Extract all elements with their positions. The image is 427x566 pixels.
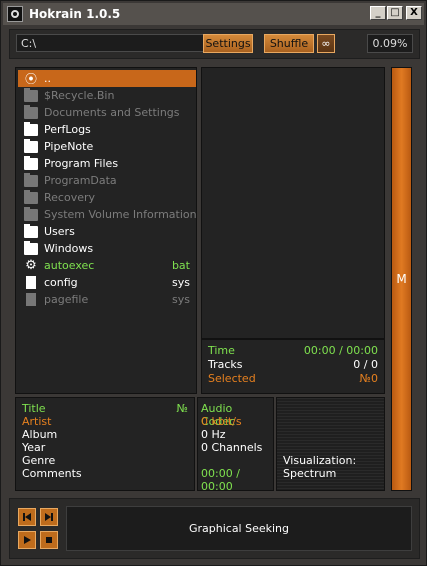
file-name: pagefile — [44, 293, 89, 306]
playlist-stats: Time 00:00 / 00:00 Tracks 0 / 0 Selected… — [201, 339, 385, 394]
file-list-item[interactable]: PipeNote — [18, 138, 196, 155]
file-list-item[interactable]: Windows — [18, 240, 196, 257]
transport-bar: Graphical Seeking — [9, 498, 420, 559]
artist-label: Artist — [22, 415, 52, 428]
folder-icon — [24, 87, 38, 102]
folder-icon — [24, 240, 38, 255]
path-field[interactable]: C:\ — [16, 34, 206, 52]
selected-label: Selected — [208, 372, 256, 385]
up-folder-icon: ⦿ — [24, 71, 37, 86]
shuffle-button[interactable]: Shuffle — [264, 34, 314, 53]
app-window: Hokrain 1.0.5 _ □ X C:\ Settings Shuffle… — [0, 0, 427, 566]
samplerate-value: 0 Hz — [201, 428, 226, 441]
visualization-panel[interactable]: Visualization: Spectrum — [276, 397, 385, 491]
file-list-item[interactable]: pagefile sys — [18, 291, 196, 308]
file-name: $Recycle.Bin — [44, 89, 115, 102]
next-button[interactable] — [40, 508, 58, 526]
file-name: ProgramData — [44, 174, 117, 187]
file-name: .. — [44, 72, 51, 85]
file-name: System Volume Information — [44, 208, 196, 221]
toolbar: C:\ Settings Shuffle ∞ 0.09% — [9, 29, 420, 59]
file-icon — [26, 293, 36, 306]
close-button[interactable]: X — [406, 6, 422, 20]
file-list-item[interactable]: config sys — [18, 274, 196, 291]
file-list-item[interactable]: Documents and Settings — [18, 104, 196, 121]
stop-icon — [46, 537, 52, 543]
folder-icon — [24, 138, 38, 153]
time-label: Time — [208, 344, 235, 357]
minimize-button[interactable]: _ — [370, 6, 386, 20]
year-label: Year — [22, 441, 46, 454]
file-name: PipeNote — [44, 140, 94, 153]
seek-label: Graphical Seeking — [188, 522, 290, 535]
previous-button[interactable] — [18, 508, 36, 526]
window-title: Hokrain 1.0.5 — [29, 7, 121, 21]
genre-label: Genre — [22, 454, 56, 467]
folder-icon — [24, 172, 38, 187]
folder-icon — [24, 155, 38, 170]
settings-button[interactable]: Settings — [203, 34, 253, 53]
channels-value: 0 Channels — [201, 441, 263, 454]
folder-icon — [24, 121, 38, 136]
album-label: Album — [22, 428, 58, 441]
play-button[interactable] — [18, 531, 36, 549]
stop-button[interactable] — [40, 531, 58, 549]
file-name: Program Files — [44, 157, 119, 170]
file-icon — [26, 276, 36, 289]
folder-icon — [24, 189, 38, 204]
tracks-value: 0 / 0 — [353, 358, 378, 371]
folder-icon — [24, 206, 38, 221]
file-name: Recovery — [44, 191, 96, 204]
viz-mode: Spectrum — [283, 467, 337, 480]
file-list-item[interactable]: Users — [18, 223, 196, 240]
comments-label: Comments — [22, 467, 82, 480]
bitrate-value: 0 kbit/s — [201, 415, 242, 428]
file-list-item[interactable]: ⚙ autoexec bat — [18, 257, 196, 274]
track-tags: Title № Artist Album Year Genre Comments — [15, 397, 195, 491]
viz-label: Visualization: — [283, 454, 357, 467]
file-list-item[interactable]: $Recycle.Bin — [18, 87, 196, 104]
codec-time-value: 00:00 / 00:00 — [201, 467, 240, 493]
file-list-item[interactable]: Program Files — [18, 155, 196, 172]
selected-value: №0 — [359, 372, 378, 385]
volume-label: M — [396, 272, 407, 286]
file-browser[interactable]: ⦿.. $Recycle.Bin Documents and Settings Per… — [15, 67, 197, 394]
folder-icon — [24, 104, 38, 119]
file-extension: bat — [171, 259, 190, 272]
file-name: Windows — [44, 242, 94, 255]
file-list-item[interactable]: ProgramData — [18, 172, 196, 189]
file-list-item[interactable]: System Volume Information — [18, 206, 196, 223]
file-name: PerfLogs — [44, 123, 91, 136]
volume-bar[interactable]: M — [391, 67, 412, 491]
file-list-item[interactable]: Recovery — [18, 189, 196, 206]
file-name: config — [44, 276, 78, 289]
progress-readout: 0.09% — [367, 34, 413, 53]
seek-bar[interactable]: Graphical Seeking — [66, 506, 412, 551]
codec-info: Audio Codec 0 kbit/s 0 Hz 0 Channels 00:… — [197, 397, 274, 493]
file-name: Documents and Settings — [44, 106, 180, 119]
app-icon — [7, 6, 23, 22]
previous-icon — [23, 513, 31, 521]
time-value: 00:00 / 00:00 — [303, 344, 378, 357]
file-list-item[interactable]: ⦿.. — [18, 70, 196, 87]
album-art-area — [201, 67, 385, 339]
repeat-button[interactable]: ∞ — [317, 34, 335, 53]
folder-icon — [24, 223, 38, 238]
number-label: № — [176, 402, 188, 415]
file-list-item[interactable]: PerfLogs — [18, 121, 196, 138]
file-extension: sys — [172, 293, 190, 306]
play-icon — [24, 536, 31, 544]
title-label: Title — [22, 402, 46, 415]
gear-icon: ⚙ — [25, 257, 37, 273]
file-extension: sys — [172, 276, 190, 289]
file-name: autoexec — [44, 259, 95, 272]
next-icon — [45, 513, 53, 521]
tracks-label: Tracks — [208, 358, 243, 371]
file-name: Users — [44, 225, 75, 238]
title-bar[interactable]: Hokrain 1.0.5 _ □ X — [3, 3, 424, 25]
maximize-button[interactable]: □ — [387, 6, 403, 20]
